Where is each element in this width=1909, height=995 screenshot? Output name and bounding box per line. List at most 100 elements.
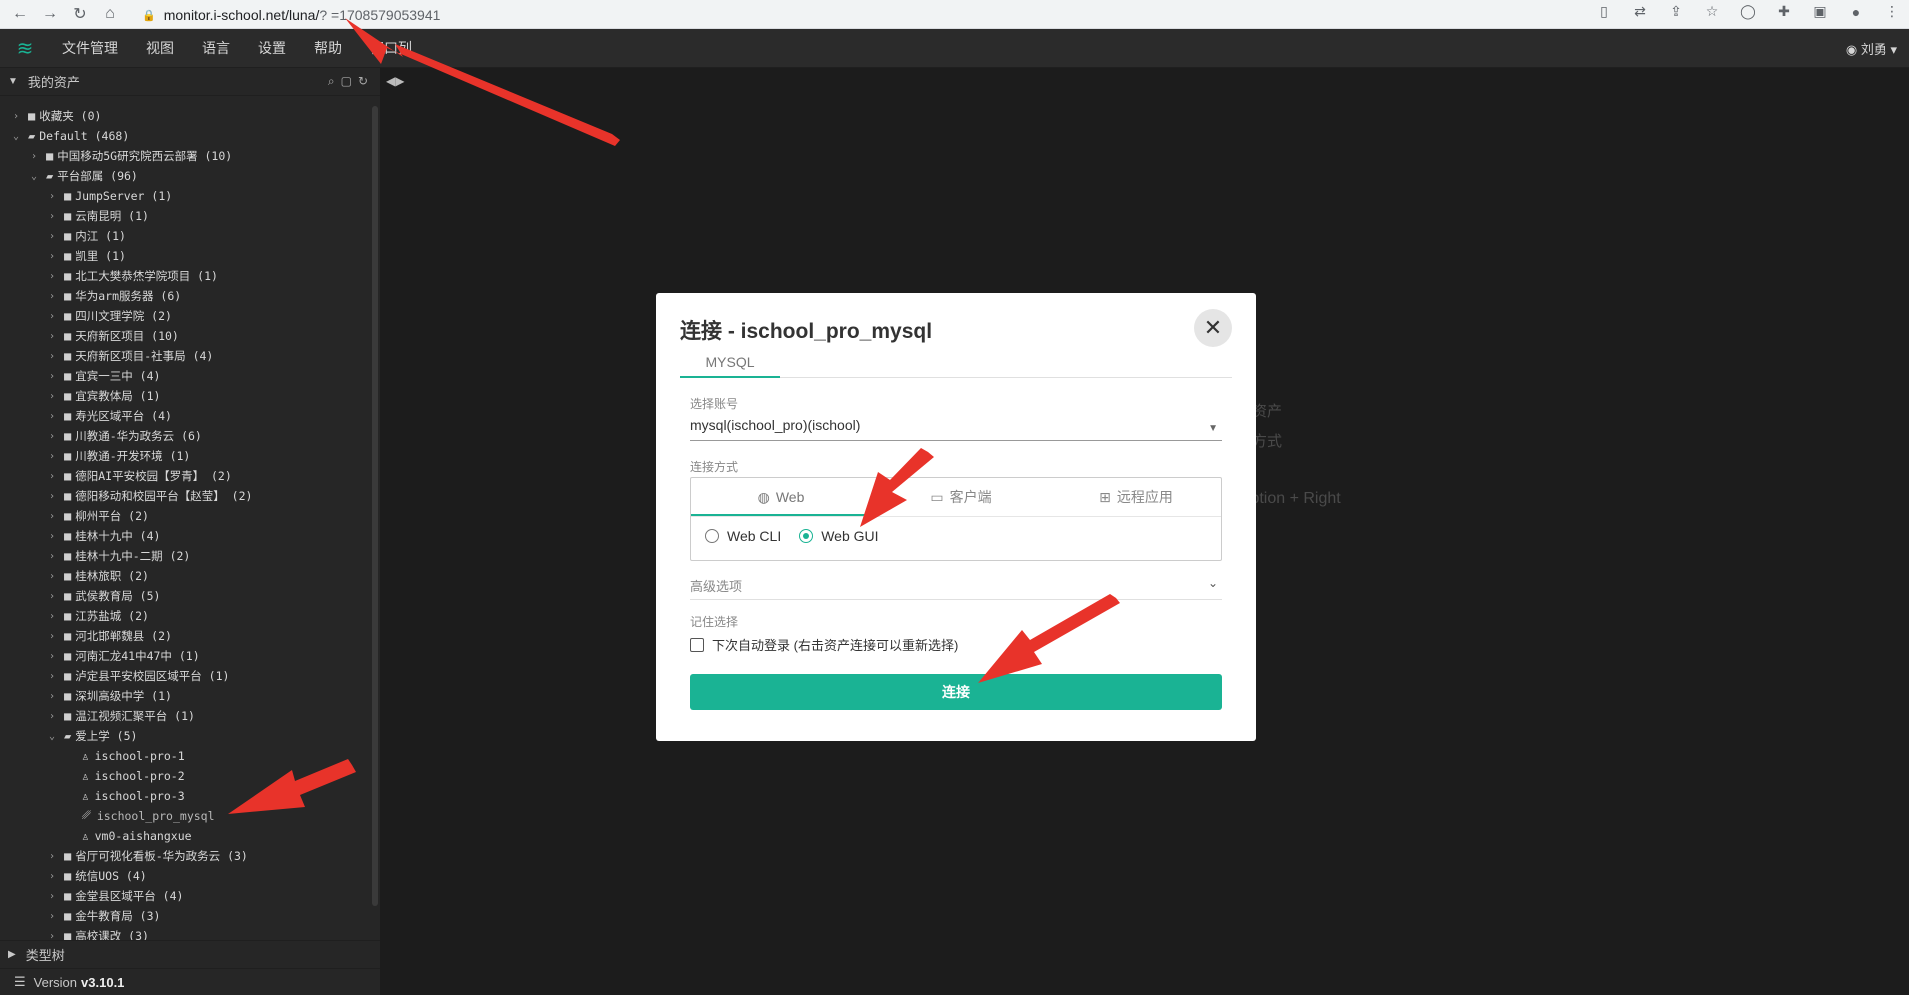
tree-node[interactable]: › ■ 中国移动5G研究院西云部署 (10)	[0, 146, 372, 166]
tree-node[interactable]: › ■ 省厅可视化看板-华为政务云 (3)	[0, 846, 372, 866]
chevron-right-icon[interactable]: ›	[46, 551, 58, 562]
radio-web-gui-label[interactable]: Web GUI	[821, 528, 878, 544]
chevron-right-icon[interactable]: ›	[46, 571, 58, 582]
chevron-right-icon[interactable]: ›	[46, 411, 58, 422]
tree-node[interactable]: › ■ 德阳AI平安校园【罗青】 (2)	[0, 466, 372, 486]
forward-icon[interactable]: →	[40, 4, 60, 24]
menu-language[interactable]: 语言	[202, 38, 230, 58]
tree-node[interactable]: › ■ 统信UOS (4)	[0, 866, 372, 886]
chevron-down-icon[interactable]: ⌄	[28, 171, 40, 182]
tree-node[interactable]: › ■ 江苏盐城 (2)	[0, 606, 372, 626]
tree-node[interactable]: › ■ 云南昆明 (1)	[0, 206, 372, 226]
sidebar-scrollbar[interactable]	[372, 106, 378, 906]
tree-node[interactable]: ⌄ ▰ Default (468)	[0, 126, 372, 146]
home-icon[interactable]: ⌂	[100, 4, 120, 24]
chevron-right-icon[interactable]: ›	[46, 391, 58, 402]
tree-node[interactable]: › ■ 宜宾一三中 (4)	[0, 366, 372, 386]
chevron-right-icon[interactable]: ›	[46, 211, 58, 222]
menu-kebab-icon[interactable]: ⋮	[1883, 3, 1901, 20]
search-icon[interactable]: ⌕	[328, 74, 335, 89]
split-toggle-icon[interactable]: ◀▶	[386, 74, 404, 88]
chevron-right-icon[interactable]: ›	[46, 531, 58, 542]
chevron-right-icon[interactable]: ›	[46, 591, 58, 602]
menu-help[interactable]: 帮助	[314, 38, 342, 58]
chevron-right-icon[interactable]: ›	[46, 911, 58, 922]
bookmark-star-icon[interactable]: ☆	[1703, 3, 1721, 20]
tree-node[interactable]: › ■ 华为arm服务器 (6)	[0, 286, 372, 306]
extension-circle-icon[interactable]: ◯	[1739, 3, 1757, 20]
tree-node[interactable]: › ■ 德阳移动和校园平台【赵莹】 (2)	[0, 486, 372, 506]
tree-node[interactable]: › ■ 深圳高级中学 (1)	[0, 686, 372, 706]
method-tab-web[interactable]: ◍ Web	[691, 478, 871, 516]
chevron-right-icon[interactable]: ›	[46, 471, 58, 482]
account-select[interactable]: mysql(ischool_pro)(ischool) ▼	[690, 415, 1222, 441]
chevron-down-icon[interactable]: ⌄	[10, 131, 22, 142]
chevron-right-icon[interactable]: ›	[10, 111, 22, 122]
chevron-right-icon[interactable]: ›	[46, 451, 58, 462]
tree-node[interactable]: › ■ 桂林十九中 (4)	[0, 526, 372, 546]
chevron-right-icon[interactable]: ›	[28, 151, 40, 162]
connect-button[interactable]: 连接	[690, 674, 1222, 710]
chevron-right-icon[interactable]: ›	[46, 871, 58, 882]
chevron-right-icon[interactable]: ›	[46, 371, 58, 382]
tree-node[interactable]: › ■ 川教通-华为政务云 (6)	[0, 426, 372, 446]
chevron-right-icon[interactable]: ›	[46, 351, 58, 362]
chevron-right-icon[interactable]: ›	[46, 851, 58, 862]
chevron-right-icon[interactable]: ›	[46, 511, 58, 522]
chevron-right-icon[interactable]: ›	[46, 671, 58, 682]
menu-view[interactable]: 视图	[146, 38, 174, 58]
extensions-puzzle-icon[interactable]: ✚	[1775, 3, 1793, 20]
tab-mysql[interactable]: MYSQL	[680, 347, 780, 378]
tree-node[interactable]: › ■ 川教通-开发环境 (1)	[0, 446, 372, 466]
tree-node[interactable]: › ■ 内江 (1)	[0, 226, 372, 246]
address-bar[interactable]: 🔒 monitor.i-school.net/luna/ ? =17085790…	[142, 3, 1362, 27]
tree-node[interactable]: › ■ 宜宾教体局 (1)	[0, 386, 372, 406]
share-icon[interactable]: ⇪	[1667, 3, 1685, 20]
side-panel-icon[interactable]: ▣	[1811, 3, 1829, 20]
radio-web-gui[interactable]	[799, 529, 814, 543]
radio-web-cli-label[interactable]: Web CLI	[727, 528, 781, 544]
tree-node[interactable]: ␥ ischool_pro_mysql	[0, 806, 372, 826]
advanced-options[interactable]: 高级选项 ⌄	[690, 576, 1222, 600]
tree-node[interactable]: › ■ 武侯教育局 (5)	[0, 586, 372, 606]
chevron-right-icon[interactable]: ›	[46, 691, 58, 702]
user-menu[interactable]: ◉ 刘勇 ▾	[1846, 39, 1897, 58]
my-assets-header[interactable]: ▼ 我的资产	[0, 68, 380, 96]
tree-node[interactable]: ♙ ischool-pro-1	[0, 746, 372, 766]
menu-settings[interactable]: 设置	[258, 38, 286, 58]
tree-node[interactable]: ♙ ischool-pro-3	[0, 786, 372, 806]
tree-node[interactable]: › ■ 河南汇龙41中47中 (1)	[0, 646, 372, 666]
tree-node[interactable]: › ■ 桂林十九中-二期 (2)	[0, 546, 372, 566]
tree-node[interactable]: › ■ 金堂县区域平台 (4)	[0, 886, 372, 906]
back-icon[interactable]: ←	[10, 4, 30, 24]
menu-window[interactable]: 窗口列	[370, 38, 412, 58]
tree-node[interactable]: › ■ 寿光区域平台 (4)	[0, 406, 372, 426]
tree-node[interactable]: › ■ 凯里 (1)	[0, 246, 372, 266]
translate-icon[interactable]: ⇄	[1631, 3, 1649, 20]
chevron-right-icon[interactable]: ›	[46, 431, 58, 442]
menu-file[interactable]: 文件管理	[62, 38, 118, 58]
chevron-right-icon[interactable]: ›	[46, 491, 58, 502]
chevron-right-icon[interactable]: ›	[46, 651, 58, 662]
tree-node[interactable]: › ■ 金牛教育局 (3)	[0, 906, 372, 926]
tree-node[interactable]: › ■ 桂林旅职 (2)	[0, 566, 372, 586]
chevron-right-icon[interactable]: ›	[46, 271, 58, 282]
tree-node[interactable]: › ■ 高校课改 (3)	[0, 926, 372, 940]
chevron-right-icon[interactable]: ›	[46, 891, 58, 902]
chevron-right-icon[interactable]: ›	[46, 711, 58, 722]
chevron-right-icon[interactable]: ›	[46, 291, 58, 302]
tree-node[interactable]: › ■ 河北邯郸魏县 (2)	[0, 626, 372, 646]
chevron-right-icon[interactable]: ›	[46, 191, 58, 202]
radio-web-cli[interactable]	[705, 529, 719, 543]
tree-node[interactable]: ♙ vm0-aishangxue	[0, 826, 372, 846]
auto-login-text[interactable]: 下次自动登录 (右击资产连接可以重新选择)	[712, 635, 958, 654]
chevron-right-icon[interactable]: ›	[46, 931, 58, 941]
collapse-icon[interactable]: ▢	[341, 74, 352, 89]
close-button[interactable]: ✕	[1194, 309, 1232, 347]
tree-node[interactable]: ⌄ ▰ 爱上学 (5)	[0, 726, 372, 746]
tree-node[interactable]: › ■ 天府新区项目 (10)	[0, 326, 372, 346]
tree-node[interactable]: › ■ JumpServer (1)	[0, 186, 372, 206]
method-tab-client[interactable]: ▭ 客户端	[871, 478, 1051, 516]
tree-node[interactable]: › ■ 收藏夹 (0)	[0, 106, 372, 126]
tree-node[interactable]: › ■ 天府新区项目-社事局 (4)	[0, 346, 372, 366]
